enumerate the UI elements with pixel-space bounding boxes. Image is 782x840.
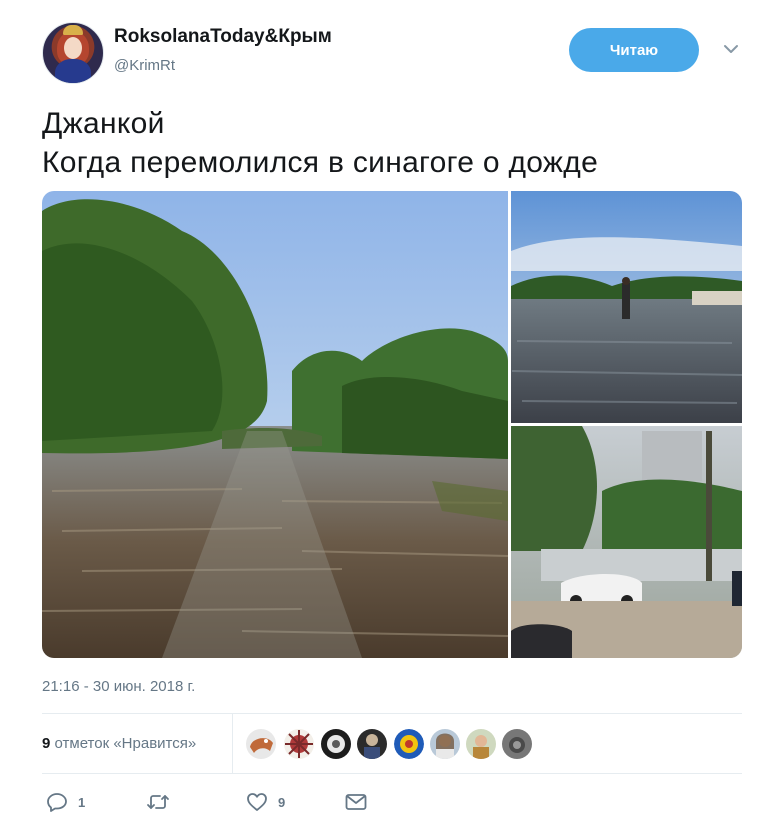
- liker-avatar[interactable]: [394, 729, 424, 759]
- chevron-down-icon[interactable]: [722, 42, 740, 56]
- reply-button[interactable]: 1: [46, 790, 85, 814]
- author-avatar[interactable]: [42, 22, 104, 84]
- avatar-robe: [55, 59, 91, 83]
- divider-vertical: [232, 714, 233, 773]
- photo-rain-yard[interactable]: [511, 426, 742, 658]
- like-count: 9: [278, 794, 286, 810]
- retweet-icon: [147, 795, 169, 809]
- like-button[interactable]: 9: [246, 790, 285, 814]
- liker-avatar[interactable]: [321, 729, 351, 759]
- message-button[interactable]: [344, 790, 368, 814]
- likes-label: отметок «Нравится»: [54, 735, 197, 752]
- author-handle[interactable]: @KrimRt: [114, 57, 175, 74]
- liker-avatar[interactable]: [502, 729, 532, 759]
- media-grid[interactable]: [42, 191, 742, 658]
- liker-avatar[interactable]: [430, 729, 460, 759]
- liker-avatar[interactable]: [466, 729, 496, 759]
- tweet-timestamp[interactable]: 21:16 - 30 июн. 2018 г.: [42, 678, 195, 695]
- tweet-text: Джанкой Когда перемолился в синагоге о д…: [42, 104, 598, 182]
- liker-avatar[interactable]: [246, 729, 276, 759]
- author-name[interactable]: RoksolanaToday&Крым: [114, 26, 332, 48]
- avatar-face: [64, 37, 82, 59]
- liker-avatar[interactable]: [357, 729, 387, 759]
- heart-icon: [247, 793, 267, 811]
- photo-man-in-flood[interactable]: [511, 191, 742, 423]
- reply-count: 1: [78, 794, 86, 810]
- avatar-crown: [63, 25, 83, 35]
- tweet-line-2: Когда перемолился в синагоге о дожде: [42, 146, 599, 179]
- divider-top: [42, 713, 742, 714]
- photo-flooded-street[interactable]: [42, 191, 509, 658]
- liker-avatar[interactable]: [284, 729, 314, 759]
- tweet-line-1: Джанкой: [42, 107, 165, 140]
- divider-bottom: [42, 773, 742, 774]
- reply-icon: [47, 793, 67, 812]
- retweet-button[interactable]: [146, 790, 180, 814]
- likes-count: 9: [42, 735, 51, 752]
- follow-button[interactable]: Читаю: [569, 28, 699, 72]
- likes-summary[interactable]: 9 отметок «Нравится»: [42, 735, 196, 752]
- envelope-icon: [345, 794, 367, 810]
